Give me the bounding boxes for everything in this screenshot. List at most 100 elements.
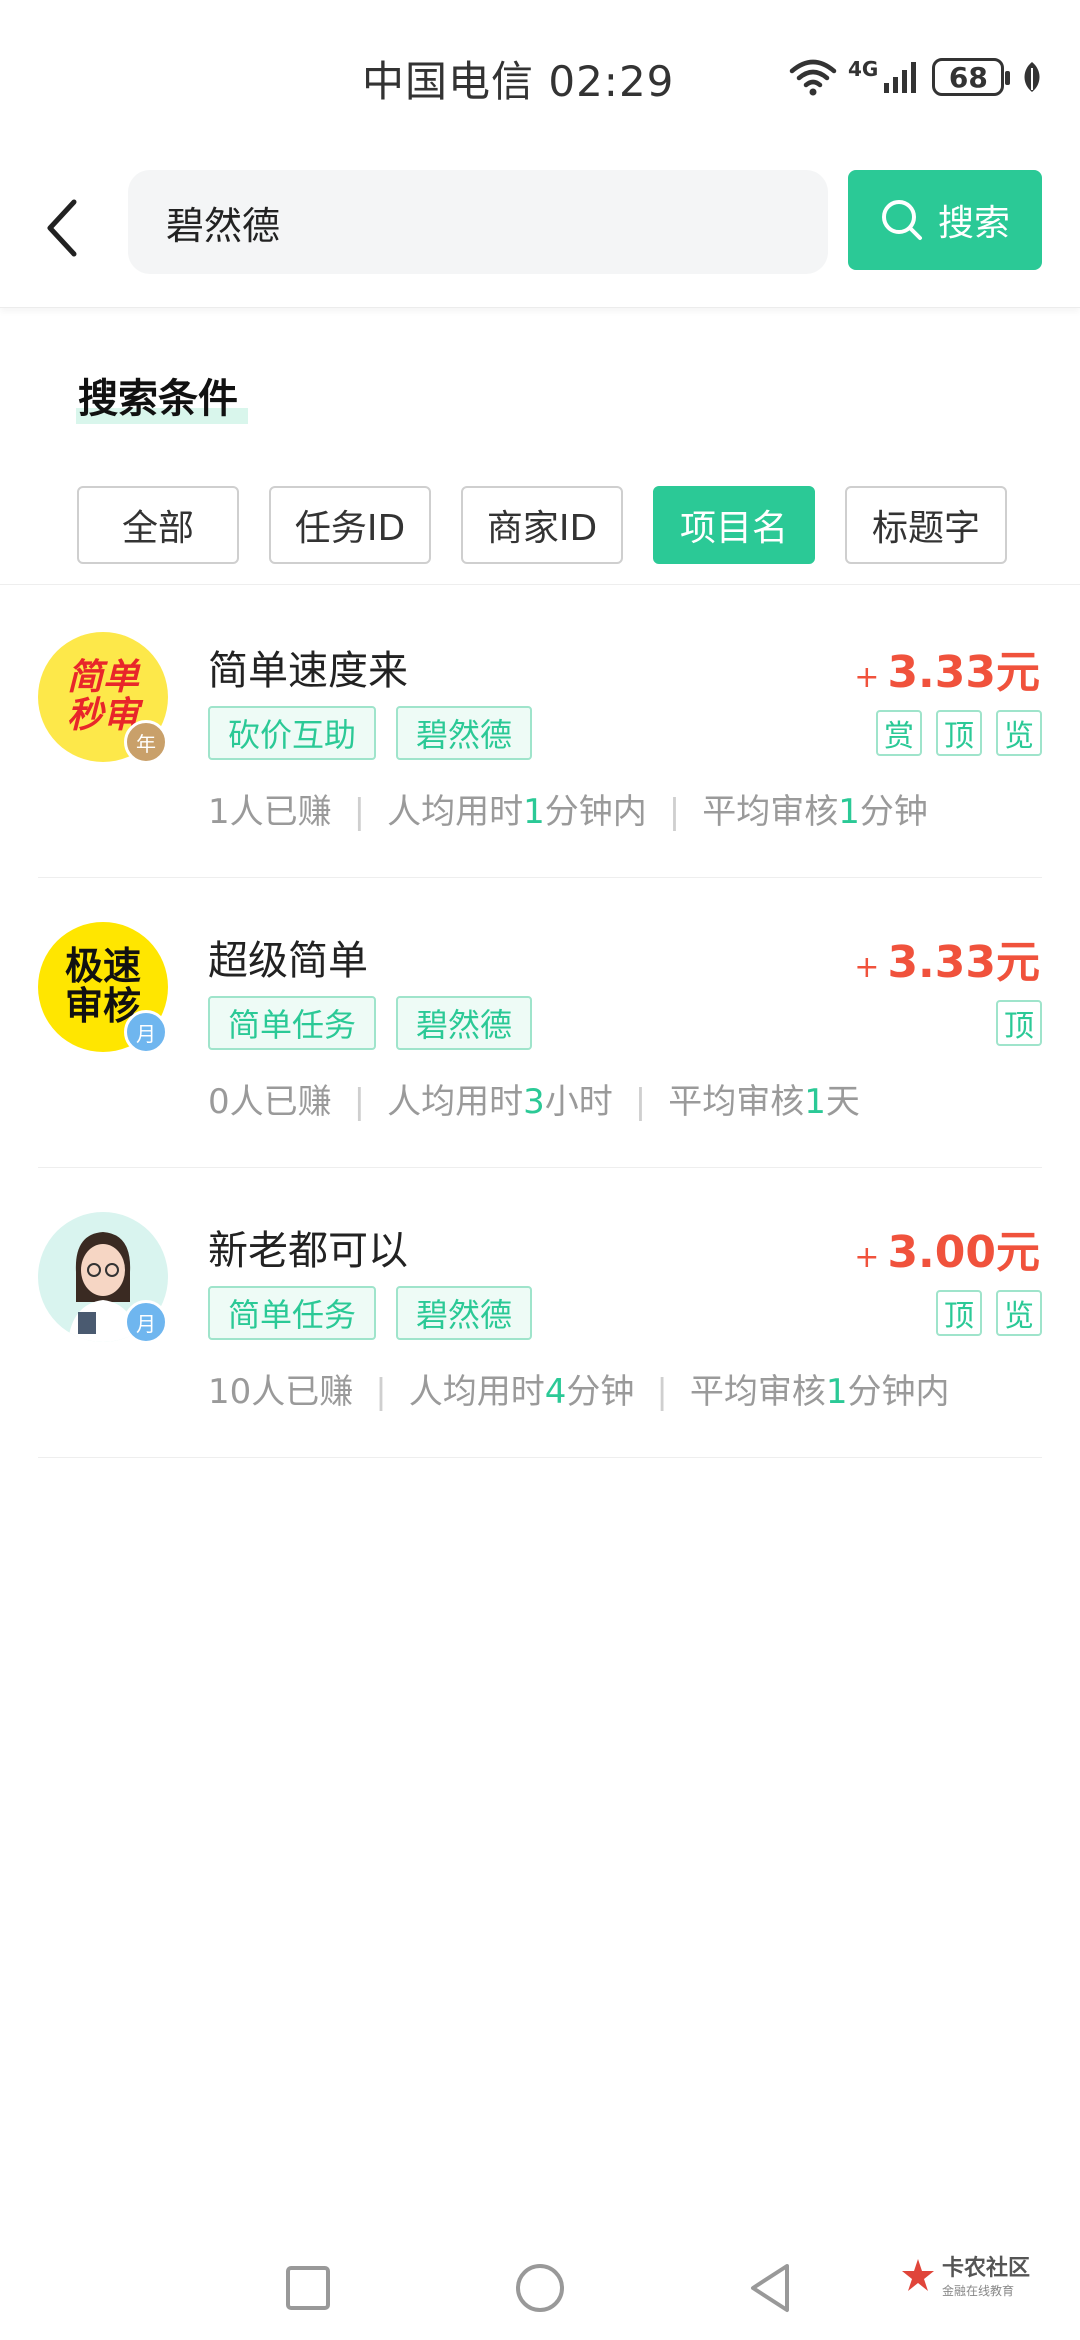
price-value: 3.33元: [887, 647, 1040, 698]
list-divider: [38, 1457, 1042, 1458]
battery-indicator: 68: [932, 58, 1011, 96]
task-title: 超级简单: [208, 938, 368, 984]
task-price: +3.33元: [854, 926, 1040, 990]
avg-review-value: 1: [804, 1082, 826, 1122]
task-item[interactable]: 极速 审核 月 超级简单 +3.33元 简单任务 碧然德 顶 0人已赚 | 人均用时…: [0, 878, 1080, 1168]
month-badge-icon: 月: [124, 1300, 168, 1344]
filter-tabs: 全部 任务ID 商家ID 项目名 标题字: [77, 486, 1007, 564]
avg-time-value: 4: [544, 1372, 567, 1412]
home-button[interactable]: [510, 2258, 570, 2318]
avg-review-suffix: 分钟: [859, 792, 928, 832]
reward-mark: 赏: [876, 710, 922, 756]
task-tags: 砍价互助 碧然德: [208, 706, 533, 760]
stats-separator: |: [634, 1082, 647, 1122]
network-type-label: 4G: [848, 57, 879, 81]
task-stats: 10人已赚 | 人均用时4分钟 | 平均审核1分钟内: [208, 1364, 949, 1413]
avg-time-suffix: 分钟: [566, 1372, 635, 1412]
stats-separator: |: [375, 1372, 387, 1412]
search-box[interactable]: [128, 170, 828, 274]
filter-title-keyword[interactable]: 标题字: [845, 486, 1007, 564]
avg-time-value: 3: [523, 1082, 545, 1122]
recent-apps-button[interactable]: [278, 2258, 338, 2318]
top-mark: 顶: [936, 1290, 982, 1336]
square-icon: [286, 2266, 330, 2310]
leaf-icon: [1024, 62, 1040, 92]
battery-level: 68: [948, 60, 988, 94]
avg-review-prefix: 平均审核: [702, 792, 839, 832]
stats-separator: |: [353, 792, 366, 832]
earned-count: 1人已赚: [208, 792, 332, 832]
avg-review-prefix: 平均审核: [668, 1082, 805, 1122]
top-mark: 顶: [936, 710, 982, 756]
price-plus: +: [854, 1240, 880, 1275]
back-nav-button[interactable]: [740, 2258, 800, 2318]
avatar-text-line: 简单: [66, 657, 139, 699]
preview-mark: 览: [996, 710, 1042, 756]
status-bar: 中国电信 02:29 4G 68: [0, 0, 1080, 150]
search-header: 搜索: [0, 150, 1080, 308]
task-tag: 砍价互助: [208, 706, 377, 760]
stats-separator: |: [353, 1082, 366, 1122]
task-tag: 碧然德: [396, 706, 533, 760]
watermark: 卡农社区 金融在线教育: [900, 2250, 1030, 2299]
chevron-left-icon: [47, 199, 77, 257]
watermark-sub: 金融在线教育: [942, 2284, 1015, 2298]
stats-separator: |: [656, 1372, 668, 1412]
conditions-title-text: 搜索条件: [78, 376, 238, 422]
task-price: +3.33元: [854, 636, 1040, 700]
triangle-back-icon: [751, 2264, 789, 2312]
task-price: +3.00元: [854, 1216, 1040, 1280]
watermark-text: 卡农社区 金融在线教育: [942, 2250, 1030, 2299]
stats-separator: |: [668, 792, 681, 832]
task-tags: 简单任务 碧然德: [208, 1286, 533, 1340]
badge-label: 年: [136, 731, 156, 756]
price-plus: +: [854, 660, 880, 695]
task-stats: 0人已赚 | 人均用时3小时 | 平均审核1天: [208, 1074, 860, 1123]
earned-count: 0人已赚: [208, 1082, 332, 1122]
watermark-main: 卡农社区: [942, 2256, 1031, 2281]
avatar-text-line: 极速: [64, 944, 141, 989]
conditions-title: 搜索条件: [78, 366, 238, 424]
task-marks: 赏 顶 览: [876, 710, 1042, 756]
filter-divider: [0, 584, 1080, 585]
task-list: 简单 秒审 年 简单速度来 +3.33元 砍价互助 碧然德 赏 顶 览 1人已赚…: [0, 588, 1080, 1458]
avg-time-value: 1: [523, 792, 545, 832]
page: 中国电信 02:29 4G 68 碧然德 搜索 搜索条件 全部 任务ID 商家I…: [0, 0, 1080, 2340]
search-input[interactable]: [166, 200, 828, 244]
avg-time-prefix: 人均用时: [387, 792, 524, 832]
task-title: 简单速度来: [208, 648, 408, 694]
task-tag: 碧然德: [396, 1286, 533, 1340]
avg-review-suffix: 分钟内: [847, 1372, 950, 1412]
filter-task-id[interactable]: 任务ID: [269, 486, 431, 564]
task-item[interactable]: 月 新老都可以 +3.00元 简单任务 碧然德 顶 览 10人已赚 | 人均用时4分…: [0, 1168, 1080, 1458]
filter-all[interactable]: 全部: [77, 486, 239, 564]
status-icons: 4G 68: [788, 52, 1044, 102]
avatar-text: 简单 秒审: [67, 659, 139, 735]
price-value: 3.00元: [887, 1227, 1040, 1278]
avg-time-prefix: 人均用时: [387, 1082, 524, 1122]
filter-merchant-id[interactable]: 商家ID: [461, 486, 623, 564]
avg-review-value: 1: [838, 792, 860, 832]
task-tag: 碧然德: [396, 996, 533, 1050]
filter-project-name[interactable]: 项目名: [653, 486, 815, 564]
circle-icon: [516, 2264, 564, 2312]
avg-review-prefix: 平均审核: [689, 1372, 826, 1412]
year-badge-icon: 年: [124, 720, 168, 764]
earned-count: 10人已赚: [208, 1372, 354, 1412]
wifi-icon: [789, 59, 837, 96]
search-button-label: 搜索: [937, 203, 1010, 244]
avg-review-suffix: 天: [825, 1082, 860, 1122]
preview-mark: 览: [996, 1290, 1042, 1336]
price-value: 3.33元: [887, 937, 1040, 988]
task-title: 新老都可以: [208, 1228, 408, 1274]
status-carrier-time: 中国电信 02:29: [362, 57, 675, 106]
price-plus: +: [854, 950, 880, 985]
badge-label: 月: [136, 1021, 156, 1046]
task-marks: 顶: [996, 1000, 1042, 1046]
task-item[interactable]: 简单 秒审 年 简单速度来 +3.33元 砍价互助 碧然德 赏 顶 览 1人已赚…: [0, 588, 1080, 878]
back-button[interactable]: [22, 188, 102, 268]
avatar-text: 极速 审核: [64, 944, 141, 1027]
badge-label: 月: [136, 1311, 156, 1336]
task-tags: 简单任务 碧然德: [208, 996, 533, 1050]
search-button[interactable]: 搜索: [848, 170, 1042, 270]
